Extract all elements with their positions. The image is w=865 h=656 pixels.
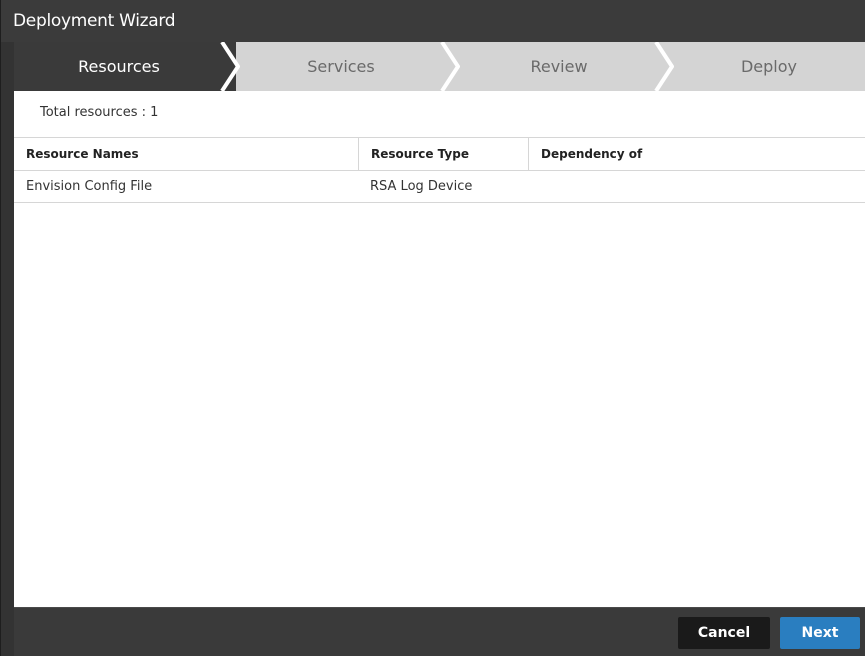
step-review[interactable]: Review [454, 42, 664, 91]
cancel-button[interactable]: Cancel [678, 617, 770, 649]
table-row[interactable]: Envision Config File RSA Log Device [14, 171, 865, 203]
deployment-wizard-dialog: Deployment Wizard Resources Services Rev… [0, 0, 865, 656]
next-button[interactable]: Next [780, 617, 860, 649]
cell-resource-name: Envision Config File [26, 179, 153, 194]
column-resource-type[interactable]: Resource Type [358, 138, 528, 170]
resources-panel: Total resources : 1 Resource Names Resou… [14, 91, 865, 607]
step-resources[interactable]: Resources [14, 42, 224, 91]
resources-table: Resource Names Resource Type Dependency … [14, 137, 865, 203]
total-resources-label: Total resources : 1 [40, 105, 159, 120]
column-resource-names[interactable]: Resource Names [14, 138, 358, 170]
table-header: Resource Names Resource Type Dependency … [14, 137, 865, 171]
step-chevron-1 [210, 42, 240, 91]
cell-dependency-of [528, 171, 865, 202]
column-dependency-of[interactable]: Dependency of [528, 138, 865, 170]
cell-resource-type: RSA Log Device [370, 179, 473, 194]
step-chevron-3 [654, 42, 674, 91]
wizard-steps-bar: Resources Services Review Deploy [14, 42, 865, 91]
dialog-left-border [1, 42, 14, 656]
step-chevron-2 [440, 42, 460, 91]
step-deploy[interactable]: Deploy [664, 42, 865, 91]
dialog-title: Deployment Wizard [1, 0, 865, 42]
step-services[interactable]: Services [236, 42, 446, 91]
dialog-footer: Cancel Next [14, 607, 865, 656]
